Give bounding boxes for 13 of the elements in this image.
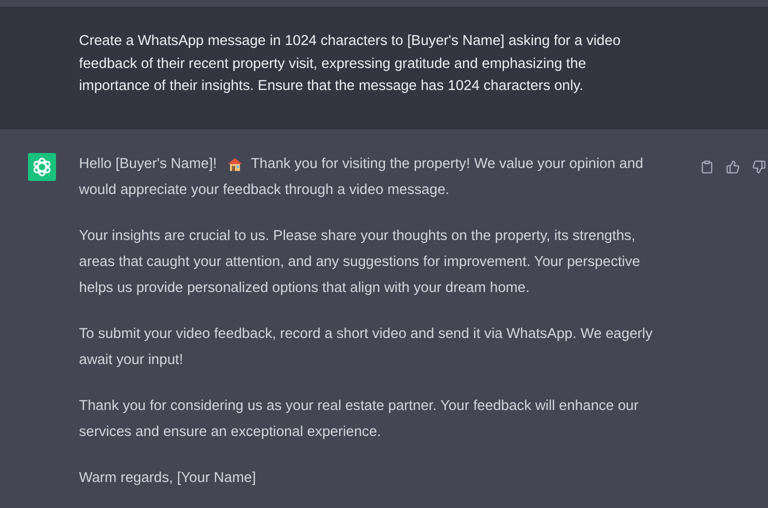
message-paragraph: Warm regards, [Your Name] xyxy=(79,468,257,488)
thumbs-down-icon[interactable] xyxy=(752,160,766,176)
greeting-text: Hello [Buyer's Name]! xyxy=(79,154,217,174)
prompt-text: Create a WhatsApp message in 1024 characters to [Buyer's Name] asking for a video feedback of their recent property visit, expressing gratitude and emphasizing the importance of their insights. Ensure that the message has 1024 characters only. xyxy=(79,32,622,96)
message-paragraph: To submit your video feedback, record a short video and send it via WhatsApp. We eagerly await your input! xyxy=(79,324,654,370)
message-paragraph: Your insights are crucial to us. Please share your thoughts on the property, its strengths, areas that caught your attention, and any suggestions for improvement. Your perspective helps us provide personalized options that align with your dream home. xyxy=(79,226,642,298)
message-text: would appreciate your feedback through a video message. xyxy=(79,180,450,200)
house-icon xyxy=(226,156,243,172)
message-paragraph: Thank you for considering us as your real estate partner. Your feedback will enhance our services and ensure an exceptional experience. xyxy=(79,396,640,442)
logo-icon xyxy=(28,152,56,180)
thumbs-up-icon[interactable] xyxy=(726,160,740,176)
copy-icon[interactable] xyxy=(700,160,714,176)
message-text: Thank you for visiting the property! We value your opinion and xyxy=(250,154,644,174)
